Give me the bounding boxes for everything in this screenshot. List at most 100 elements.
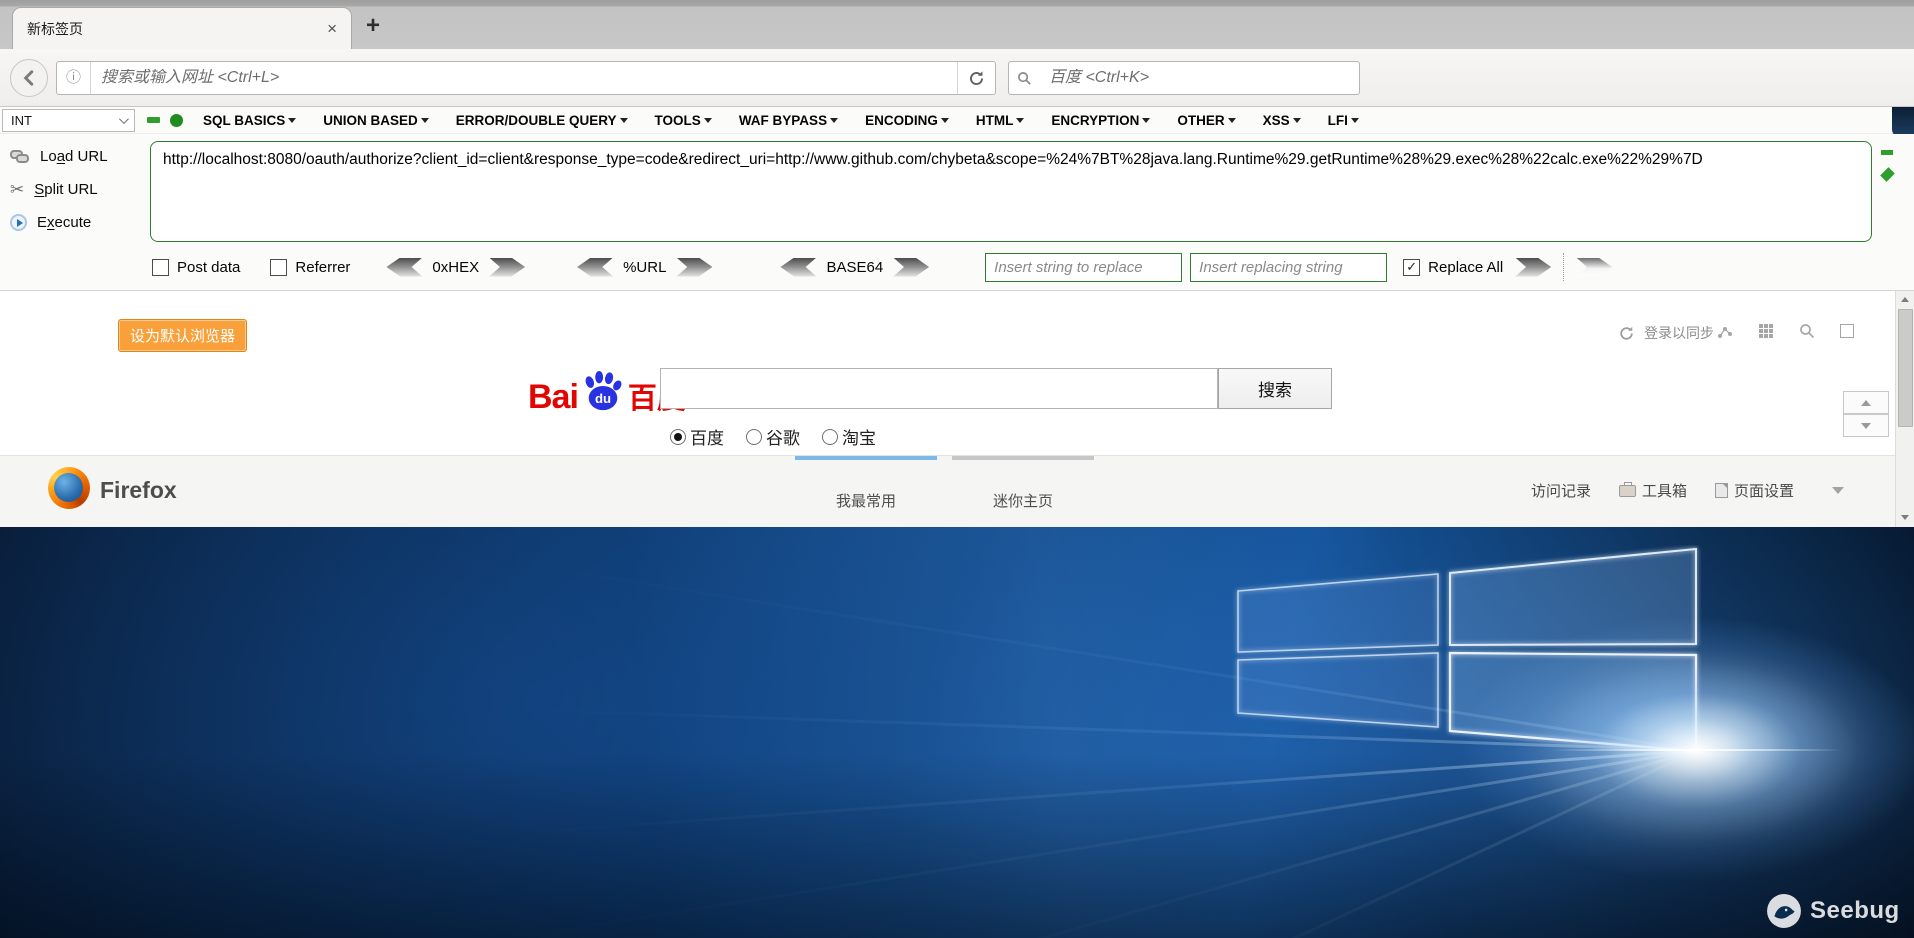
grow-textarea-icon[interactable]: [1880, 167, 1895, 182]
execute-button[interactable]: Execute: [4, 209, 146, 236]
replace-to-input[interactable]: [1190, 252, 1388, 282]
url-encode-button[interactable]: [676, 257, 713, 277]
vignette: [0, 527, 1914, 938]
page-scrollbar[interactable]: [1895, 291, 1914, 527]
menu-union-based[interactable]: UNION BASED: [323, 113, 429, 128]
browser-tab[interactable]: 新标签页 ×: [12, 7, 352, 49]
menu-xss[interactable]: XSS: [1263, 113, 1301, 128]
history-link[interactable]: 访问记录: [1531, 480, 1591, 501]
urlenc-label: %URL: [623, 258, 667, 276]
scrollbar-thumb[interactable]: [1898, 309, 1913, 427]
down-arrow-icon: [1901, 514, 1909, 520]
baidu-search-input[interactable]: [660, 368, 1218, 409]
menu-html[interactable]: HTML: [976, 113, 1025, 128]
sign-in-to-sync[interactable]: 登录以同步: [1618, 323, 1714, 343]
base64-encode-button[interactable]: [893, 257, 930, 277]
page-settings-link[interactable]: 页面设置: [1714, 480, 1794, 501]
url-bar[interactable]: ⓘ: [56, 61, 996, 95]
radio-icon[interactable]: [822, 428, 838, 445]
engine-taobao[interactable]: 淘宝: [822, 424, 876, 449]
baidu-search-button[interactable]: 搜索: [1218, 368, 1332, 409]
toolbox-link[interactable]: 工具箱: [1618, 480, 1687, 501]
up-arrow-icon: [1861, 399, 1871, 406]
replace-execute-button[interactable]: [1515, 257, 1552, 277]
replace-from-input[interactable]: [985, 252, 1183, 282]
sync-label: 登录以同步: [1644, 325, 1714, 341]
menu-lfi[interactable]: LFI: [1328, 113, 1359, 128]
url-decode-button[interactable]: [577, 257, 614, 277]
base64-decode-button[interactable]: [780, 257, 817, 277]
replace-secondary-button[interactable]: [1576, 257, 1613, 277]
menu-sql-basics[interactable]: SQL BASICS: [203, 113, 297, 128]
split-url-button[interactable]: ✂ Split URL: [4, 176, 146, 203]
hackbar-plus-icon[interactable]: [170, 113, 183, 127]
url-input[interactable]: [91, 69, 957, 87]
menu-error-double-query[interactable]: ERROR/DOUBLE QUERY: [456, 113, 628, 128]
search-bar[interactable]: [1008, 61, 1360, 95]
back-button[interactable]: [10, 59, 48, 97]
square-icon[interactable]: [1840, 324, 1854, 338]
dial-down-button[interactable]: [1843, 414, 1889, 437]
down-arrow-icon: [1861, 422, 1871, 429]
search-engine-options: 百度 谷歌 淘宝: [670, 424, 876, 449]
baidu-paw-icon: du: [585, 370, 622, 411]
tab-title: 新标签页: [27, 20, 83, 37]
hackbar-menu-row: INT SQL BASICS UNION BASED ERROR/DOUBLE …: [0, 107, 1914, 134]
menu-waf-bypass[interactable]: WAF BYPASS: [738, 112, 839, 128]
menu-encoding[interactable]: ENCODING: [865, 113, 949, 128]
sync-icon: [1620, 326, 1633, 340]
chevron-down-icon: [940, 117, 949, 123]
site-info-icon[interactable]: ⓘ: [57, 62, 91, 94]
new-tab-button[interactable]: +: [366, 12, 380, 40]
engine-baidu[interactable]: 百度: [670, 424, 724, 449]
play-icon: [10, 214, 27, 231]
referrer-label: Referrer: [295, 258, 351, 276]
page-settings-icon: [1714, 483, 1728, 498]
hex-encode-button[interactable]: [489, 257, 526, 277]
dial-up-button[interactable]: [1843, 391, 1889, 414]
menu-label: WAF BYPASS: [738, 112, 828, 128]
zoom-icon[interactable]: [1799, 323, 1815, 339]
hex-decode-button[interactable]: [386, 257, 423, 277]
engine-google[interactable]: 谷歌: [746, 424, 800, 449]
hackbar-url-textarea[interactable]: http://localhost:8080/oauth/authorize?cl…: [150, 141, 1872, 242]
chevron-down-icon: [1350, 117, 1359, 123]
collapse-bar-icon[interactable]: [1832, 487, 1844, 494]
chevron-down-icon: [420, 117, 429, 123]
shrink-textarea-icon[interactable]: [1881, 150, 1893, 155]
radio-selected-icon[interactable]: [670, 428, 686, 445]
load-url-button[interactable]: Load URL: [4, 143, 146, 170]
menu-label: TOOLS: [654, 112, 701, 128]
menu-other[interactable]: OTHER: [1177, 113, 1236, 128]
up-arrow-icon: [1901, 296, 1909, 302]
hex-label: 0xHEX: [432, 258, 480, 276]
menu-tools[interactable]: TOOLS: [655, 113, 712, 128]
post-data-checkbox[interactable]: [152, 258, 169, 276]
hackbar-options-row: Post data Referrer 0xHEX %URL BASE64 ✓ R…: [152, 252, 1613, 282]
hackbar-mode-select[interactable]: INT: [2, 108, 135, 132]
baidu-logo-bai: Bai: [528, 378, 579, 416]
reload-button[interactable]: [957, 62, 995, 94]
grid-icon[interactable]: [1758, 323, 1774, 339]
set-default-browser-button[interactable]: 设为默认浏览器: [118, 319, 248, 352]
seebug-watermark: Seebug: [1766, 893, 1900, 929]
chevron-down-icon: [1292, 117, 1301, 123]
menu-label: HTML: [975, 112, 1014, 128]
desktop-wallpaper: Seebug: [0, 527, 1914, 938]
close-tab-icon[interactable]: ×: [327, 20, 337, 37]
tab-most-used[interactable]: 我最常用: [795, 456, 937, 527]
tab-mini-home[interactable]: 迷你主页: [952, 456, 1094, 527]
hackbar-minus-icon[interactable]: [147, 117, 160, 123]
referrer-checkbox[interactable]: [270, 258, 288, 276]
replace-all-checkbox[interactable]: ✓: [1403, 258, 1421, 276]
chevron-down-icon: [1227, 117, 1236, 123]
hackbar-menus: SQL BASICS UNION BASED ERROR/DOUBLE QUER…: [203, 113, 1359, 128]
radio-icon[interactable]: [746, 428, 762, 445]
menu-label: ERROR/DOUBLE QUERY: [455, 112, 617, 128]
menu-encryption[interactable]: ENCRYPTION: [1051, 113, 1151, 128]
scroll-up-button[interactable]: [1896, 291, 1914, 307]
reload-icon: [970, 70, 983, 85]
search-input[interactable]: [1039, 69, 1359, 87]
scroll-down-button[interactable]: [1896, 509, 1914, 525]
share-nodes-icon[interactable]: [1717, 323, 1733, 339]
